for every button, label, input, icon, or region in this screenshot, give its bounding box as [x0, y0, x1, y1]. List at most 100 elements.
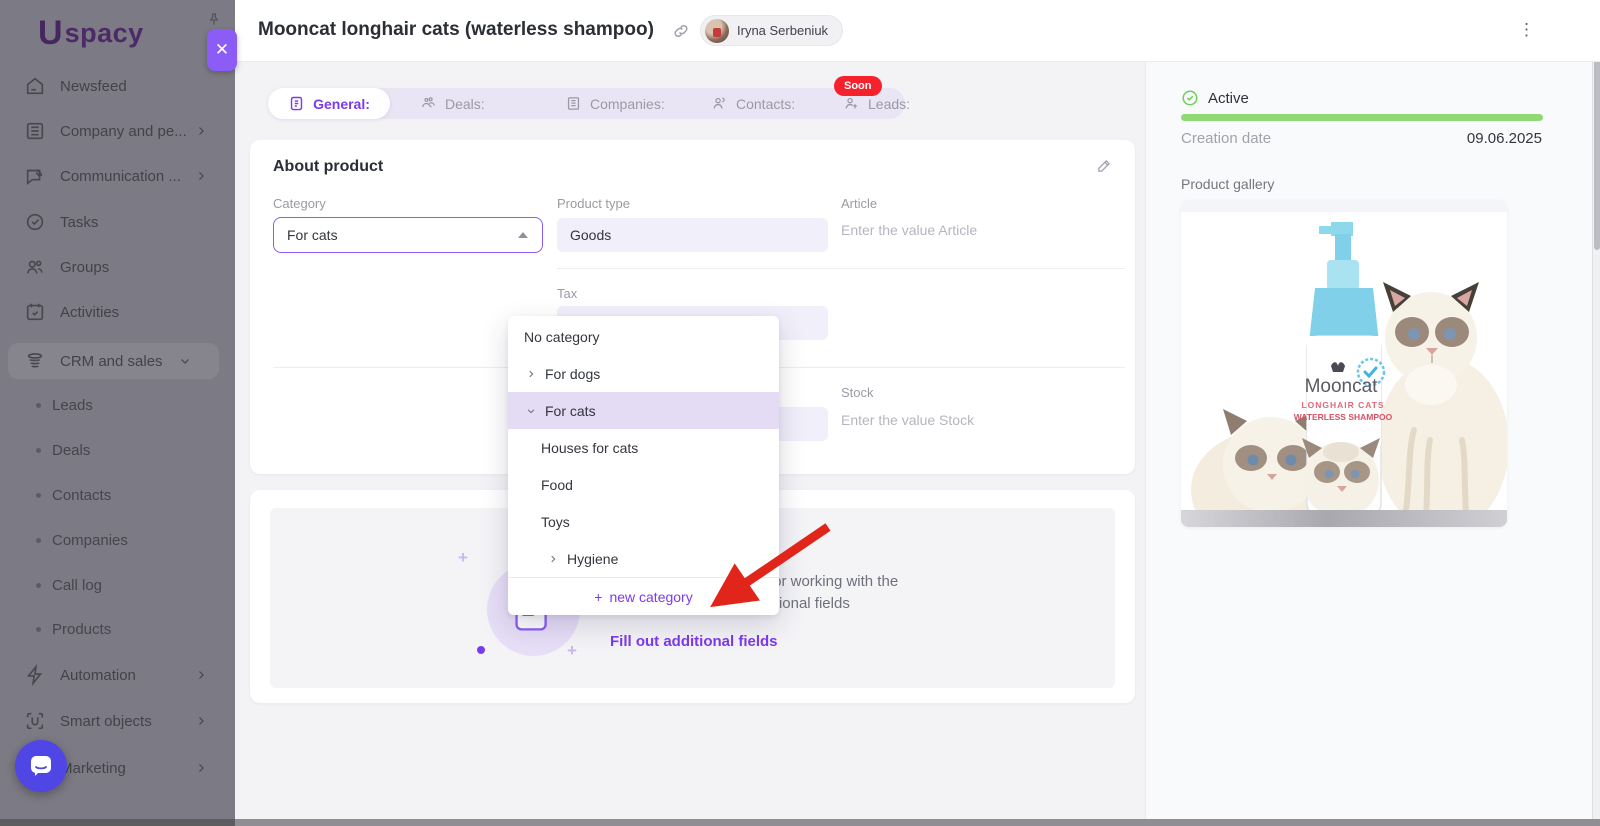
uspacy-logo-text: spacy [65, 18, 144, 49]
field-label-stock: Stock [841, 385, 874, 400]
svg-text:LONGHAIR CATS: LONGHAIR CATS [1301, 400, 1384, 410]
product-photo-illustration: Mooncat LONGHAIR CATS WATERLESS SHAMPOO [1181, 200, 1507, 527]
product-type-field[interactable]: Goods [557, 218, 828, 252]
sidebar-item-company[interactable]: Company and pe... [0, 113, 235, 149]
article-field[interactable]: Enter the value Article [841, 222, 977, 238]
bullet-icon [36, 448, 41, 453]
sparkle-plus-icon: + [567, 641, 577, 661]
creation-date-value: 09.06.2025 [1467, 130, 1542, 147]
dropdown-option-no-category[interactable]: No category [508, 318, 779, 355]
dropdown-option-houses-for-cats[interactable]: Houses for cats [508, 429, 779, 466]
bullet-icon [36, 583, 41, 588]
sidebar-item-companies[interactable]: Companies [0, 525, 235, 555]
leads-tab-icon [843, 95, 860, 112]
main-content: General: Deals: Companies: Contacts: Lea… [235, 62, 1145, 820]
chevron-down-icon [526, 406, 536, 416]
edit-icon[interactable] [1096, 157, 1113, 174]
dropdown-option-hygiene[interactable]: Hygiene [508, 540, 779, 577]
chevron-down-icon [179, 355, 191, 367]
tab-companies[interactable]: Companies: [565, 88, 665, 119]
home-icon [24, 75, 46, 97]
product-photo[interactable]: Mooncat LONGHAIR CATS WATERLESS SHAMPOO [1181, 200, 1507, 527]
bullet-icon [36, 538, 41, 543]
chevron-right-icon [195, 125, 207, 137]
svg-text:WATERLESS SHAMPOO: WATERLESS SHAMPOO [1294, 412, 1393, 422]
stock-field[interactable]: Enter the value Stock [841, 412, 974, 428]
sidebar-item-newsfeed[interactable]: Newsfeed [0, 68, 235, 104]
sidebar-item-activities[interactable]: Activities [0, 294, 235, 330]
status-badge: Active [1208, 90, 1249, 107]
status-row: Active [1181, 89, 1249, 107]
page-scrollbar[interactable] [1592, 0, 1600, 826]
caret-up-icon [518, 232, 528, 238]
new-category-button[interactable]: + new category [508, 577, 779, 615]
pin-sidebar-icon[interactable] [206, 12, 222, 28]
window-bottom-edge [0, 819, 1600, 826]
general-tab-icon [288, 95, 305, 112]
avatar [705, 19, 729, 43]
product-gallery-label: Product gallery [1181, 176, 1274, 192]
category-dropdown: No category For dogs For cats Houses for… [508, 316, 779, 615]
tab-general[interactable]: General: [268, 88, 390, 119]
sidebar-item-deals[interactable]: Deals [0, 435, 235, 465]
field-label-article: Article [841, 196, 877, 211]
task-check-icon [24, 211, 46, 233]
calendar-check-icon [24, 301, 46, 323]
dropdown-option-for-cats[interactable]: For cats [508, 392, 779, 429]
sidebar-item-contacts[interactable]: Contacts [0, 480, 235, 510]
chat-bubble-icon [28, 753, 54, 779]
fill-additional-fields-link[interactable]: Fill out additional fields [610, 633, 778, 650]
groups-icon [24, 256, 46, 278]
sidebar-item-groups[interactable]: Groups [0, 249, 235, 285]
dropdown-option-for-dogs[interactable]: For dogs [508, 355, 779, 392]
sidebar-item-call-log[interactable]: Call log [0, 570, 235, 600]
smart-objects-icon [24, 710, 46, 732]
bullet-icon [36, 403, 41, 408]
chevron-right-icon [195, 715, 207, 727]
tab-contacts[interactable]: Contacts: [711, 88, 795, 119]
page-title: Mooncat longhair cats (waterless shampoo… [258, 19, 654, 41]
close-sidebar-button[interactable]: ✕ [207, 29, 237, 71]
sidebar-item-products[interactable]: Products [0, 614, 235, 644]
details-panel: Active Creation date 09.06.2025 Product … [1145, 62, 1592, 820]
copy-link-icon[interactable] [672, 22, 690, 40]
status-progress-bar [1181, 114, 1543, 121]
section-title: About product [273, 158, 383, 176]
chevron-right-icon [548, 554, 558, 564]
tab-deals[interactable]: Deals: [420, 88, 485, 119]
uspacy-logo[interactable]: U spacy [38, 16, 144, 50]
sidebar: U spacy Newsfeed Company and pe... Commu… [0, 0, 235, 826]
chevron-right-icon [195, 762, 207, 774]
coins-stack-icon [24, 350, 46, 372]
sidebar-item-automation[interactable]: Automation [0, 657, 235, 693]
chevron-right-icon [526, 369, 536, 379]
deals-tab-icon [420, 95, 437, 112]
owner-chip[interactable]: Iryna Serbeniuk [700, 15, 843, 46]
chat-phone-icon [24, 165, 46, 187]
page-header: Mooncat longhair cats (waterless shampoo… [235, 0, 1600, 62]
support-chat-button[interactable] [15, 740, 67, 792]
sparkle-plus-icon: + [458, 548, 468, 568]
sidebar-item-leads[interactable]: Leads [0, 390, 235, 420]
gallery-top-strip [1181, 200, 1507, 212]
window-bottom-edge-shade [0, 819, 235, 826]
kebab-menu-icon[interactable]: ⋮ [1518, 18, 1535, 42]
dropdown-option-toys[interactable]: Toys [508, 503, 779, 540]
bullet-icon [36, 493, 41, 498]
sparkle-dot-icon [477, 646, 485, 654]
sidebar-item-communication[interactable]: Communication ... [0, 158, 235, 194]
soon-badge: Soon [834, 76, 882, 96]
field-label-tax: Tax [557, 286, 577, 301]
close-icon: ✕ [215, 40, 229, 60]
check-circle-icon [1181, 89, 1199, 107]
owner-name: Iryna Serbeniuk [737, 23, 828, 38]
chevron-right-icon [195, 669, 207, 681]
category-select[interactable]: For cats [273, 217, 543, 253]
sidebar-item-tasks[interactable]: Tasks [0, 204, 235, 240]
contacts-tab-icon [711, 95, 728, 112]
plus-icon: + [594, 589, 602, 605]
dropdown-option-food[interactable]: Food [508, 466, 779, 503]
sidebar-item-smart-objects[interactable]: Smart objects [0, 703, 235, 739]
sidebar-item-crm[interactable]: CRM and sales [8, 343, 219, 379]
field-label-product-type: Product type [557, 196, 630, 211]
